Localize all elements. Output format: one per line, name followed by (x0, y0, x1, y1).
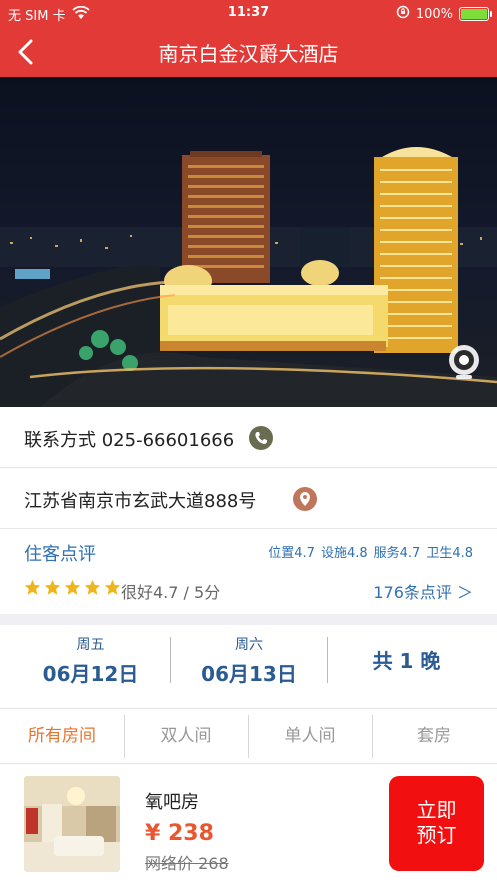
battery-fill (461, 9, 487, 19)
address-row[interactable]: 江苏省南京市玄武大道888号 (0, 468, 497, 529)
battery-icon (459, 7, 492, 21)
section-divider (0, 614, 497, 625)
tab-single-room[interactable]: 单人间 (248, 709, 372, 764)
contact-row[interactable]: 联系方式 025-66601666 (0, 407, 497, 468)
nights-text: 共 1 晚 (372, 649, 441, 673)
checkout-date: 06月13日 (201, 662, 297, 686)
checkout-date-picker[interactable]: 周六 06月13日 (172, 625, 326, 709)
book-button-line1: 立即 (416, 798, 457, 822)
date-selector: 周五 06月12日 周六 06月13日 共 1 晚 (0, 625, 497, 709)
review-title: 住客点评 (24, 544, 96, 565)
book-button-line2: 预订 (416, 823, 457, 847)
rotation-lock-icon (396, 5, 410, 23)
book-now-button[interactable]: 立即 预订 (389, 776, 484, 871)
star-rating (24, 579, 121, 600)
page-title: 南京白金汉爵大酒店 (158, 42, 339, 66)
camera-icon[interactable] (445, 343, 483, 381)
hotel-photo[interactable] (0, 77, 497, 407)
room-name: 氧吧房 (145, 792, 199, 813)
star-icon (104, 579, 121, 600)
contact-phone: 联系方式 025-66601666 (24, 430, 235, 451)
status-bar: 无 SIM 卡 11:37 100% (0, 0, 497, 26)
star-icon (24, 579, 41, 600)
review-scores: 位置4.7 设施4.8 服务4.7 卫生4.8 (268, 542, 473, 561)
phone-icon[interactable] (249, 426, 273, 450)
rating-text: 很好4.7 / 5分 (121, 583, 221, 602)
room-list-item[interactable]: 氧吧房 ¥ 238 网络价 268 立即 预订 (0, 764, 497, 883)
tab-all-rooms[interactable]: 所有房间 (0, 709, 124, 764)
review-count-link[interactable]: 176条点评 ＞ (373, 579, 473, 603)
room-photo-illustration (24, 776, 120, 872)
review-section: 住客点评 位置4.7 设施4.8 服务4.7 卫生4.8 很好4.7 / 5分 … (0, 529, 497, 614)
star-icon (84, 579, 101, 600)
location-pin-icon[interactable] (293, 487, 317, 511)
room-thumbnail[interactable] (24, 776, 120, 872)
star-icon (64, 579, 81, 600)
room-original-price: 网络价 268 (145, 854, 229, 873)
nights-count: 共 1 晚 (329, 625, 484, 709)
chevron-left-icon[interactable] (8, 34, 44, 70)
battery-percent: 100% (415, 6, 453, 22)
nav-bar: 南京白金汉爵大酒店 (0, 26, 497, 77)
tab-suite[interactable]: 套房 (372, 709, 496, 764)
divider (327, 637, 328, 683)
score-location: 位置4.7 (268, 546, 315, 561)
top-bar: 无 SIM 卡 11:37 100% 南京白金汉爵大酒店 (0, 0, 497, 77)
room-type-tabs: 所有房间 双人间 单人间 套房 (0, 709, 497, 764)
score-facilities: 设施4.8 (320, 546, 368, 561)
star-icon (44, 579, 61, 600)
room-price: ¥ 238 (145, 821, 214, 846)
score-service: 服务4.7 (373, 546, 421, 561)
address-text: 江苏省南京市玄武大道888号 (24, 491, 257, 512)
checkin-weekday: 周五 (76, 637, 105, 653)
checkout-weekday: 周六 (235, 637, 263, 653)
hotel-night-illustration (0, 147, 497, 407)
checkin-date: 06月12日 (42, 662, 139, 686)
checkin-date-picker[interactable]: 周五 06月12日 (13, 625, 168, 709)
tab-twin-room[interactable]: 双人间 (124, 709, 248, 764)
score-hygiene: 卫生4.8 (426, 546, 473, 561)
divider (170, 637, 171, 683)
